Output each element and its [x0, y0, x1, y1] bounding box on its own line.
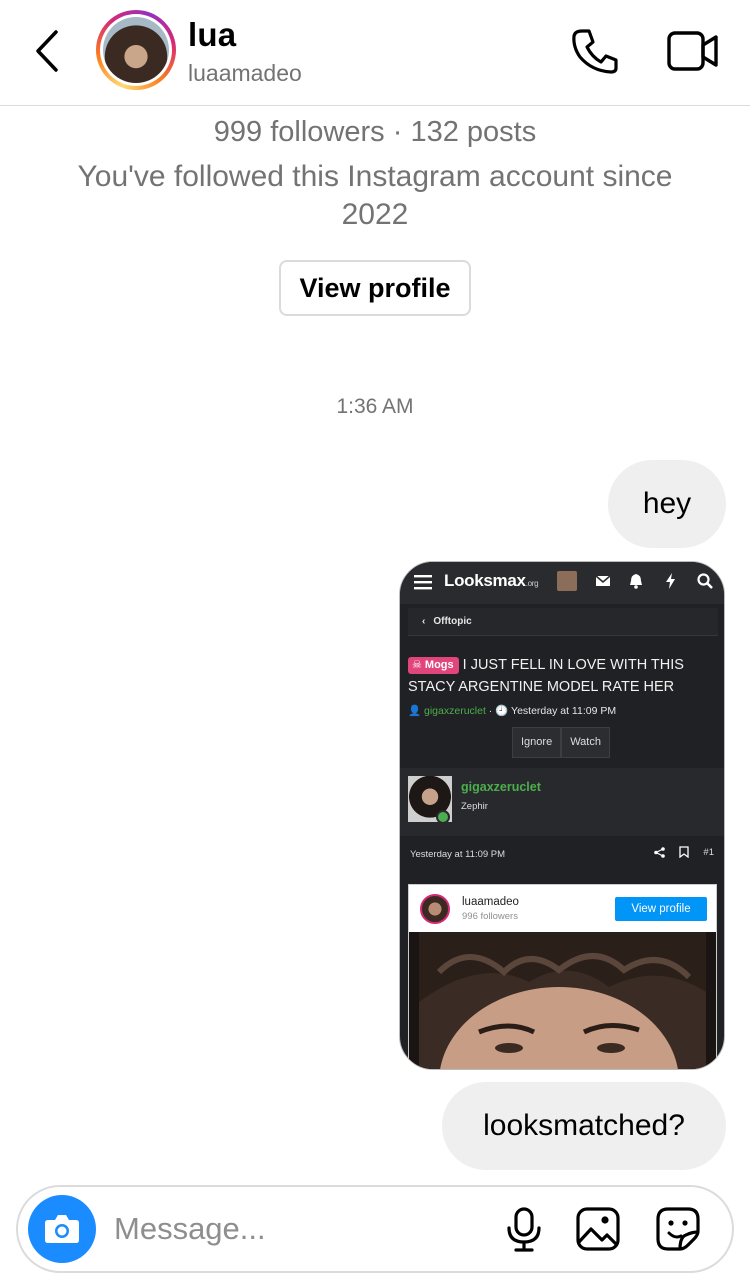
embed-username: luaamadeo: [462, 896, 519, 908]
looksmax-logo: Looksmax.org: [444, 571, 539, 590]
microphone-button[interactable]: [500, 1205, 548, 1253]
avatar-photo: [103, 17, 169, 83]
thread-title: ☠ Mogs I JUST FELL IN LOVE WITH THIS STAC…: [408, 657, 684, 695]
contact-name[interactable]: lua: [188, 16, 236, 54]
search-icon: [697, 573, 713, 589]
chat-header: lua luaamadeo: [0, 0, 750, 106]
camera-icon: [45, 1215, 79, 1243]
sticker-button[interactable]: [654, 1205, 702, 1253]
camera-button[interactable]: [28, 1195, 96, 1263]
audio-call-button[interactable]: [568, 26, 620, 76]
image-icon: [576, 1207, 620, 1251]
profile-stats: 999 followers · 132 posts: [213, 116, 537, 148]
user-icon: 👤: [408, 705, 422, 717]
bell-icon: [630, 574, 642, 589]
online-badge-icon: [436, 810, 450, 824]
shared-image-message[interactable]: Looksmax.org ‹ Offtopic ☠ Mogs I JUST FELL…: [399, 561, 725, 1070]
share-icon: [654, 846, 666, 858]
mogs-tag: ☠ Mogs: [408, 657, 459, 674]
embed-photo: [409, 932, 716, 1069]
back-button[interactable]: [28, 26, 68, 76]
contact-username[interactable]: luaamadeo: [188, 60, 302, 87]
embed-avatar: [420, 894, 450, 924]
portrait-image: [409, 932, 716, 1069]
gallery-button[interactable]: [574, 1205, 622, 1253]
view-profile-button[interactable]: View profile: [279, 260, 471, 316]
message-bubble[interactable]: hey: [608, 460, 726, 548]
thread-meta: 👤 gigaxzeruclet · 🕘 Yesterday at 11:09 P…: [408, 705, 617, 717]
clock-icon: 🕘: [495, 705, 509, 717]
user-avatar-thumbnail: [557, 571, 577, 591]
bolt-icon: [666, 573, 675, 589]
message-composer: [16, 1185, 734, 1273]
ignore-button: Ignore: [512, 727, 562, 758]
sticker-icon: [656, 1207, 700, 1251]
message-input[interactable]: [114, 1207, 484, 1251]
poster-username: gigaxzeruclet: [461, 780, 541, 794]
breadcrumb: ‹ Offtopic: [408, 608, 718, 636]
menu-icon: [414, 575, 432, 590]
embed-followers: 996 followers: [462, 911, 518, 922]
phone-icon: [572, 29, 618, 74]
watch-button: Watch: [561, 727, 610, 758]
post-actions: #1: [654, 846, 714, 858]
embed-view-profile-button: View profile: [615, 897, 707, 921]
post-header: gigaxzeruclet Zephir: [400, 768, 724, 836]
bookmark-icon: [679, 846, 690, 858]
chevron-left-icon: [36, 30, 58, 72]
thread-actions: Ignore Watch: [512, 727, 610, 758]
video-call-button[interactable]: [666, 28, 720, 74]
microphone-icon: [507, 1207, 541, 1252]
video-camera-icon: [667, 31, 718, 71]
post-number: #1: [703, 846, 714, 858]
followed-since-text: You've followed this Instagram account s…: [77, 160, 673, 231]
looksmax-navbar: Looksmax.org: [400, 562, 724, 604]
instagram-embed: luaamadeo 996 followers View profile: [408, 884, 717, 1069]
avatar[interactable]: [96, 10, 176, 90]
message-timestamp: 1:36 AM: [336, 395, 414, 418]
chevron-left-icon: ‹: [422, 616, 426, 627]
post-date: Yesterday at 11:09 PM: [410, 849, 506, 860]
poster-rank: Zephir: [461, 801, 488, 812]
message-bubble[interactable]: looksmatched?: [442, 1082, 726, 1170]
envelope-icon: [595, 575, 611, 586]
